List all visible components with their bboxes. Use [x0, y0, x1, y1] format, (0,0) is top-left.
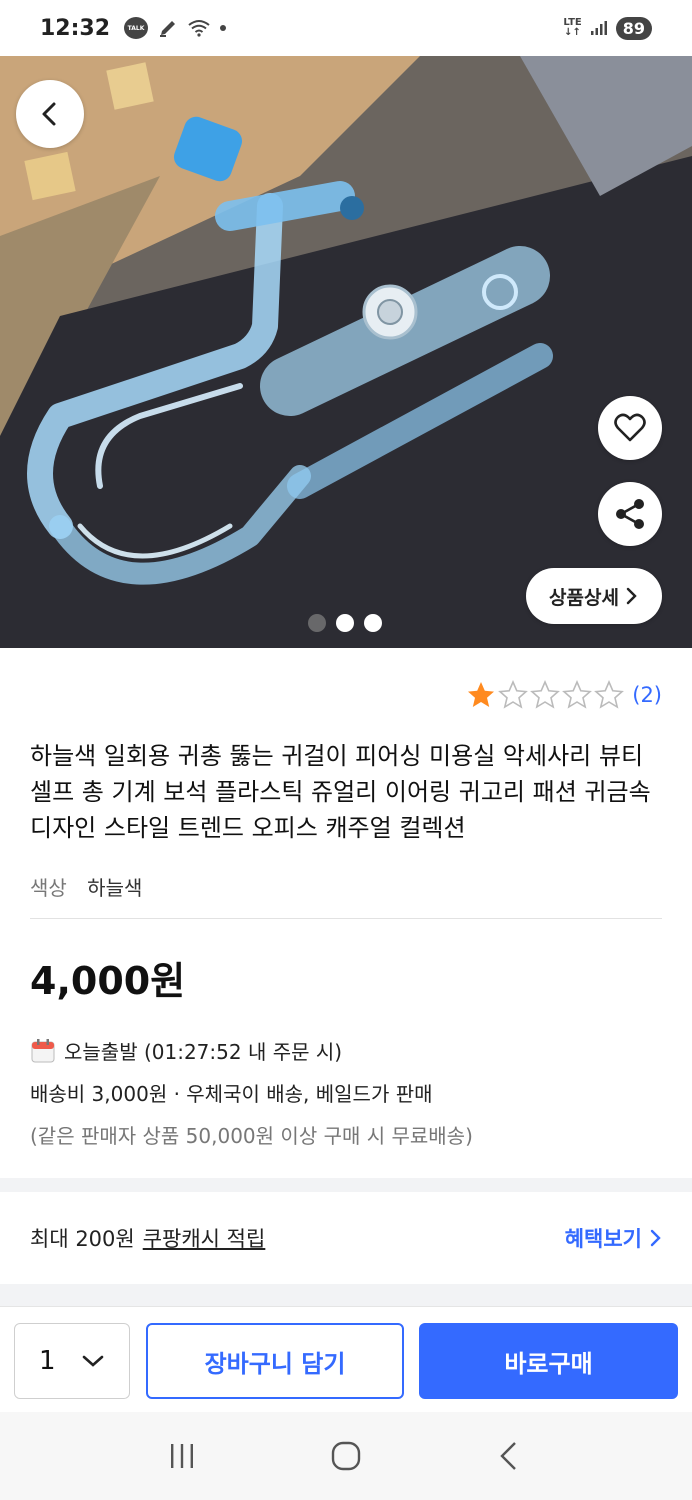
- free-shipping-note: (같은 판매자 상품 50,000원 이상 구매 시 무료배송): [30, 1124, 473, 1148]
- calendar-icon: [31, 1038, 55, 1062]
- quantity-select[interactable]: 1: [14, 1323, 130, 1399]
- rating-summary[interactable]: (2): [466, 680, 662, 710]
- option-color-row: 색상 하늘색: [30, 872, 142, 901]
- back-button[interactable]: [16, 80, 84, 148]
- status-time: 12:32: [40, 15, 111, 41]
- product-detail-label: 상품상세: [549, 586, 619, 609]
- battery-indicator: 89: [615, 16, 652, 40]
- cash-reward-prefix: 최대 200원: [30, 1227, 135, 1251]
- product-image-carousel[interactable]: 상품상세: [0, 56, 692, 648]
- kakaotalk-icon: TALK: [124, 17, 149, 39]
- coupang-cash-link[interactable]: 쿠팡캐시 적립: [143, 1223, 266, 1253]
- recent-apps-icon[interactable]: [165, 1439, 199, 1473]
- share-icon: [616, 499, 644, 529]
- add-to-cart-button[interactable]: 장바구니 담기: [146, 1323, 404, 1399]
- status-bar: 12:32 TALK LTE ↓↑ 89: [0, 0, 692, 56]
- star-empty-icon: [498, 680, 529, 709]
- free-shipping-row: (같은 판매자 상품 50,000원 이상 구매 시 무료배송): [30, 1120, 473, 1149]
- star-empty-icon: [562, 680, 593, 709]
- chevron-left-icon: [42, 102, 56, 126]
- carousel-dot: [308, 614, 326, 632]
- product-photo: [0, 56, 692, 648]
- shipping-fee-text: 배송비 3,000원 · 우체국이 배송, 베일드가 판매: [30, 1082, 433, 1106]
- purchase-bar: 1 장바구니 담기 바로구매: [0, 1306, 692, 1412]
- today-ship-text: 오늘출발 (01:27:52 내 주문 시): [64, 1040, 343, 1064]
- view-benefits-button[interactable]: 혜택보기: [565, 1223, 662, 1253]
- buy-now-button[interactable]: 바로구매: [419, 1323, 678, 1399]
- back-nav-icon[interactable]: [493, 1439, 527, 1473]
- star-empty-icon: [594, 680, 625, 709]
- pen-icon: [160, 21, 176, 37]
- star-empty-icon: [530, 680, 561, 709]
- status-notification-icons: TALK: [124, 17, 227, 39]
- cash-reward-row: 최대 200원 쿠팡캐시 적립 혜택보기: [0, 1192, 692, 1284]
- product-detail-button[interactable]: 상품상세: [526, 568, 662, 624]
- today-ship-row: 오늘출발 (01:27:52 내 주문 시): [30, 1036, 342, 1065]
- product-title: 하늘색 일회용 귀총 뚫는 귀걸이 피어싱 미용실 악세사리 뷰티 셀프 총 기…: [30, 742, 651, 842]
- carousel-dot: [364, 614, 382, 632]
- section-gap: [0, 1284, 692, 1306]
- chevron-right-icon: [626, 587, 637, 605]
- product-price: 4,000원: [30, 959, 186, 1003]
- home-icon[interactable]: [329, 1439, 363, 1473]
- review-count[interactable]: (2): [632, 683, 662, 707]
- carousel-dot: [336, 614, 354, 632]
- color-value: 하늘색: [87, 876, 143, 900]
- heart-icon: [614, 413, 646, 442]
- star-filled-icon: [468, 682, 495, 707]
- section-gap: [0, 1178, 692, 1192]
- color-label: 색상: [30, 876, 67, 900]
- wishlist-button[interactable]: [598, 396, 662, 460]
- lte-icon: LTE ↓↑: [563, 17, 582, 38]
- signal-icon: [590, 21, 607, 35]
- more-notifications-dot-icon: [220, 25, 227, 31]
- share-button[interactable]: [598, 482, 662, 546]
- wifi-icon: [188, 20, 210, 37]
- shipping-fee-row: 배송비 3,000원 · 우체국이 배송, 베일드가 판매: [30, 1078, 433, 1107]
- view-benefits-label: 혜택보기: [564, 1227, 642, 1251]
- quantity-value: 1: [39, 1346, 56, 1376]
- carousel-indicator: [308, 614, 382, 632]
- divider: [30, 918, 662, 919]
- chevron-down-icon: [82, 1355, 104, 1367]
- chevron-right-icon: [650, 1229, 661, 1247]
- status-system-icons: LTE ↓↑ 89: [563, 16, 652, 40]
- system-navigation-bar: [0, 1412, 692, 1500]
